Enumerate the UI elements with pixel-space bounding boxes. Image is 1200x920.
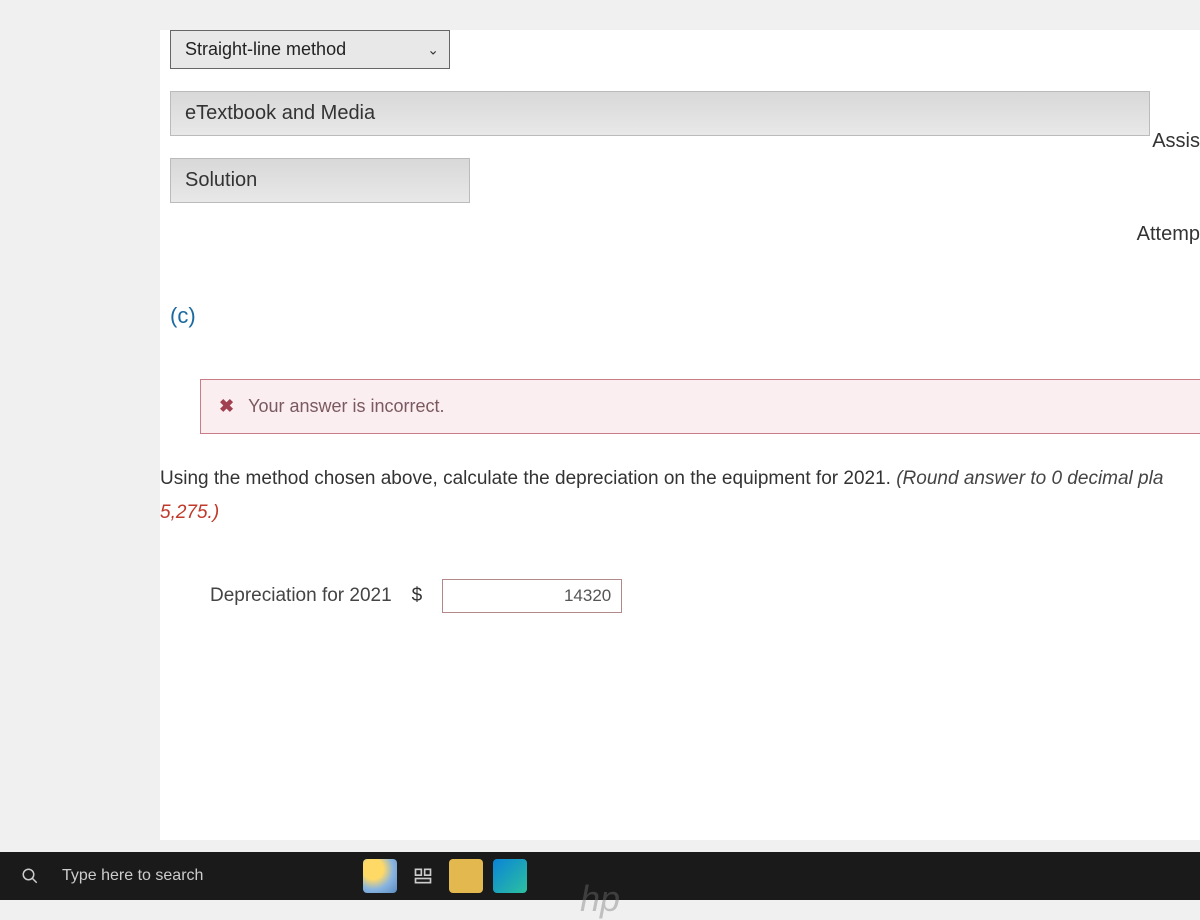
solution-panel[interactable]: Solution	[170, 158, 470, 203]
feedback-incorrect: ✖ Your answer is incorrect.	[200, 379, 1200, 434]
x-icon: ✖	[219, 396, 234, 417]
depreciation-input[interactable]	[442, 579, 622, 613]
assist-label: Assis	[1137, 130, 1200, 153]
etextbook-label: eTextbook and Media	[185, 102, 375, 124]
right-side-labels: Assis Attemp	[1137, 130, 1200, 316]
attempt-label: Attemp	[1137, 223, 1200, 246]
answer-label: Depreciation for 2021	[210, 585, 392, 607]
search-icon[interactable]	[14, 860, 46, 892]
weather-widget-icon[interactable]	[363, 859, 397, 893]
question-text: Using the method chosen above, calculate…	[160, 464, 1200, 529]
edge-browser-icon[interactable]	[493, 859, 527, 893]
main-content: Straight-line method ⌄ eTextbook and Med…	[160, 30, 1200, 840]
question-example: 5,275.)	[160, 498, 1200, 528]
currency-symbol: $	[412, 585, 423, 607]
method-dropdown-value: Straight-line method	[185, 39, 346, 59]
question-main: Using the method chosen above, calculate…	[160, 468, 896, 489]
file-explorer-icon[interactable]	[449, 859, 483, 893]
method-dropdown[interactable]: Straight-line method ⌄	[170, 30, 450, 69]
taskbar-search-text[interactable]: Type here to search	[62, 867, 203, 885]
part-label: (c)	[170, 303, 1200, 329]
etextbook-panel[interactable]: eTextbook and Media	[170, 91, 1150, 136]
task-view-icon[interactable]	[407, 860, 439, 892]
answer-row: Depreciation for 2021 $	[210, 579, 1200, 613]
chevron-down-icon: ⌄	[427, 41, 439, 58]
feedback-message: Your answer is incorrect.	[248, 396, 444, 417]
solution-label: Solution	[185, 169, 257, 191]
question-instruction: (Round answer to 0 decimal pla	[896, 468, 1163, 489]
hp-logo: hp	[580, 878, 620, 920]
